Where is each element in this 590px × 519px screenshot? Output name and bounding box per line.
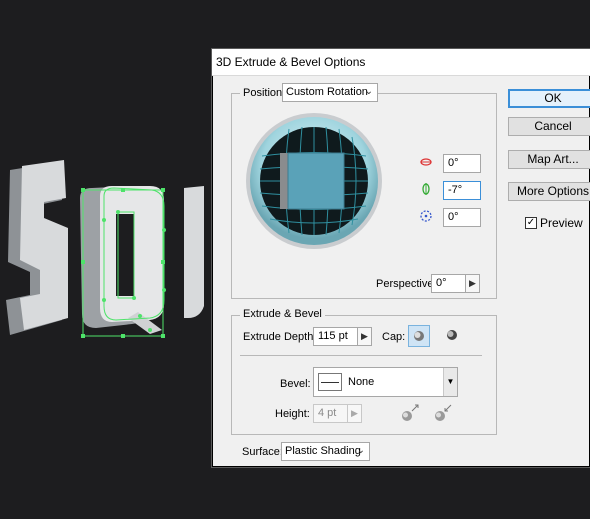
extrude-depth-field[interactable]: 115 pt [313,327,358,346]
height-slider-button[interactable]: ▶ [347,404,362,423]
cap-label: Cap: [382,331,406,343]
position-value: Custom Rotation [286,86,368,98]
extrude-separator [240,355,482,356]
chevron-down-icon: ▼ [443,368,457,396]
perspective-slider-button[interactable]: ▶ [465,274,480,293]
cancel-button[interactable]: Cancel [508,117,590,136]
bevel-value: None [348,376,375,388]
preview-checkbox[interactable]: ✓ Preview [525,216,590,232]
cap-on-icon [414,331,424,341]
position-label: Position: [240,87,289,99]
dialog-titlebar[interactable]: 3D Extrude & Bevel Options [212,49,590,76]
more-options-button[interactable]: More Options [508,182,590,201]
bevel-label: Bevel: [280,378,311,390]
extrude-depth-slider-button[interactable]: ▶ [357,327,372,346]
letter-u [184,186,204,318]
rotation-z-field[interactable]: 0° [443,208,481,227]
extrude-bevel-legend: Extrude & Bevel [240,308,325,320]
rotate-z-axis-icon [420,210,432,222]
rotation-track-cube[interactable] [244,111,384,251]
letter-q [80,186,164,334]
height-field[interactable]: 4 pt [313,404,348,423]
rotate-y-axis-icon [422,183,430,195]
dialog-title: 3D Extrude & Bevel Options [216,55,366,69]
rotate-x-axis-icon [420,158,432,166]
perspective-field[interactable]: 0° [431,274,466,293]
preview-check-icon: ✓ [525,217,537,229]
cap-off-icon [447,330,457,340]
extrude-bevel-dialog: 3D Extrude & Bevel Options Position: Cus… [211,48,590,468]
extrude-depth-label: Extrude Depth: [243,331,317,343]
bevel-preview-icon [318,373,342,391]
surface-value: Plastic Shading [285,445,361,457]
surface-label: Surface: [242,446,283,458]
letter-s [6,160,68,335]
rotation-x-field[interactable]: 0° [443,154,481,173]
cap-off-button[interactable] [442,325,464,347]
bevel-extent-out-icon[interactable] [399,403,421,425]
height-label: Height: [275,408,310,420]
bevel-extent-in-icon[interactable] [432,403,454,425]
bevel-dropdown[interactable]: None ▼ [313,367,458,397]
ok-button[interactable]: OK [508,89,590,108]
position-dropdown[interactable]: Custom Rotation ⌄ [282,83,378,102]
preview-label: Preview [540,216,583,230]
chevron-down-icon: ⌄ [356,445,365,456]
perspective-label: Perspective: [376,278,437,290]
cap-on-button[interactable] [408,325,430,347]
rotation-y-field[interactable]: -7° [443,181,481,200]
map-art-button[interactable]: Map Art... [508,150,590,169]
chevron-down-icon: ⌄ [364,86,373,97]
surface-dropdown[interactable]: Plastic Shading ⌄ [281,442,370,461]
